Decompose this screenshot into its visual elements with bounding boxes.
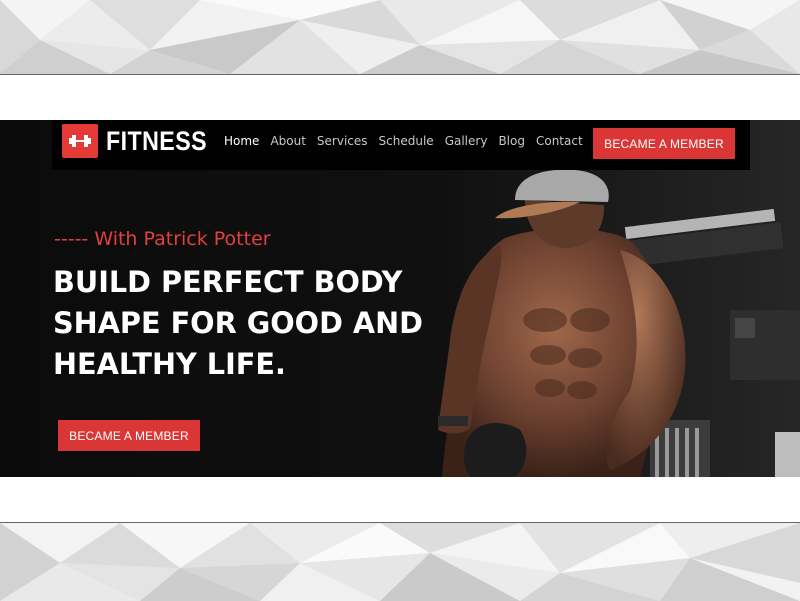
hero-headline: BUILD PERFECT BODY SHAPE FOR GOOD AND HE… bbox=[53, 265, 423, 381]
hero-subtitle: ----- With Patrick Potter bbox=[54, 228, 271, 250]
nav-link-gallery[interactable]: Gallery bbox=[445, 134, 488, 148]
become-member-hero-button[interactable]: BECAME A MEMBER bbox=[58, 420, 200, 451]
nav-link-schedule[interactable]: Schedule bbox=[379, 134, 434, 148]
dumbbell-icon bbox=[62, 124, 98, 158]
become-member-nav-button[interactable]: BECAME A MEMBER bbox=[593, 128, 735, 159]
nav-link-contact[interactable]: Contact bbox=[536, 134, 583, 148]
nav-link-services[interactable]: Services bbox=[317, 134, 368, 148]
background-pattern-bottom bbox=[0, 522, 800, 601]
nav-menu: Home About Services Schedule Gallery Blo… bbox=[224, 134, 594, 148]
brand-logo[interactable]: FITNESS bbox=[62, 124, 224, 158]
navbar: FITNESS Home About Services Schedule Gal… bbox=[52, 120, 750, 170]
nav-link-about[interactable]: About bbox=[270, 134, 305, 148]
nav-link-blog[interactable]: Blog bbox=[498, 134, 525, 148]
nav-link-home[interactable]: Home bbox=[224, 134, 259, 148]
background-pattern-top bbox=[0, 0, 800, 75]
brand-name: FITNESS bbox=[106, 125, 208, 156]
hero-section: FITNESS Home About Services Schedule Gal… bbox=[0, 120, 800, 477]
